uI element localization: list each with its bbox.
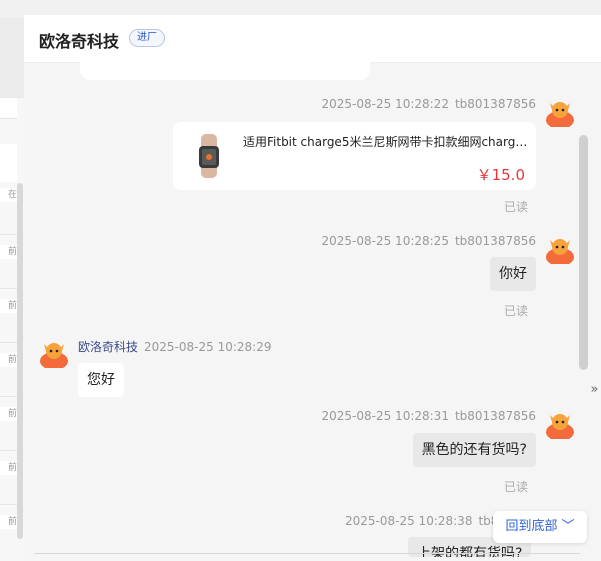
shop-name: 欧洛奇科技 xyxy=(39,32,120,51)
list-item-time[interactable]: 前 xyxy=(0,353,17,367)
message-user: tb801387856 xyxy=(454,409,536,423)
message-user: tb801387856 xyxy=(454,97,536,111)
list-scrollbar[interactable] xyxy=(17,183,23,539)
message-meta: 2025-08-25 10:28:31 tb801387856 xyxy=(322,409,537,423)
product-title: 适用Fitbit charge5米兰尼斯网带卡扣款细网charge6... xyxy=(243,135,528,149)
back-to-bottom-label: 回到底部 xyxy=(505,519,558,534)
list-item-time[interactable]: 前 xyxy=(0,245,17,259)
conversation-list-header xyxy=(0,98,17,118)
message-bubble: 黑色的还有货吗? xyxy=(412,433,536,467)
message-time: 2025-08-25 10:28:29 xyxy=(144,340,272,354)
message-time: 2025-08-25 10:28:38 xyxy=(345,514,473,528)
message-meta: 欧洛奇科技 2025-08-25 10:28:29 xyxy=(78,338,271,355)
message-user: 欧洛奇科技 xyxy=(78,340,139,354)
message-time: 2025-08-25 10:28:31 xyxy=(321,409,449,423)
list-item-time[interactable]: 前 xyxy=(0,407,17,421)
double-chevron-right-icon[interactable]: » xyxy=(588,377,601,403)
message-user: tb801387856 xyxy=(454,234,536,248)
list-item-time[interactable]: 前 xyxy=(0,461,17,475)
product-price: ￥15.0 xyxy=(476,166,525,184)
message-meta: 2025-08-25 10:28:25 tb801387856 xyxy=(322,234,537,248)
previous-message-bubble xyxy=(80,62,370,80)
chat-panel: 欧洛奇科技 进厂 2025-08-25 10:28:22 tb801387856 … xyxy=(24,15,601,561)
avatar xyxy=(546,414,574,439)
list-item-time[interactable]: 前 xyxy=(0,515,17,529)
list-item-time: 在 xyxy=(0,188,17,202)
chat-scrollbar[interactable] xyxy=(579,135,588,370)
watch-product-image xyxy=(199,134,219,178)
message-time: 2025-08-25 10:28:22 xyxy=(321,97,449,111)
shop-badge: 进厂 xyxy=(129,29,165,47)
read-status: 已读 xyxy=(504,200,529,214)
avatar xyxy=(546,239,574,264)
list-item[interactable] xyxy=(0,144,17,182)
message-meta: 2025-08-25 10:28:22 tb801387856 xyxy=(322,97,537,111)
read-status: 已读 xyxy=(504,480,529,494)
avatar xyxy=(546,102,574,127)
product-card[interactable]: 适用Fitbit charge5米兰尼斯网带卡扣款细网charge6... ￥1… xyxy=(173,122,536,190)
list-item-time[interactable]: 前 xyxy=(0,299,17,313)
message-time: 2025-08-25 10:28:25 xyxy=(321,234,449,248)
chat-header: 欧洛奇科技 进厂 xyxy=(24,15,601,63)
message-bubble: 你好 xyxy=(490,257,536,291)
message-bubble: 您好 xyxy=(78,363,124,397)
divider xyxy=(34,553,580,554)
message-meta: 2025-08-25 10:28:38 tb8 xyxy=(345,514,498,528)
avatar xyxy=(40,343,68,368)
chevron-down-icon: ﹀ xyxy=(561,519,575,534)
back-to-bottom-button[interactable]: 回到底部 ﹀ xyxy=(493,511,587,543)
read-status: 已读 xyxy=(504,304,529,318)
